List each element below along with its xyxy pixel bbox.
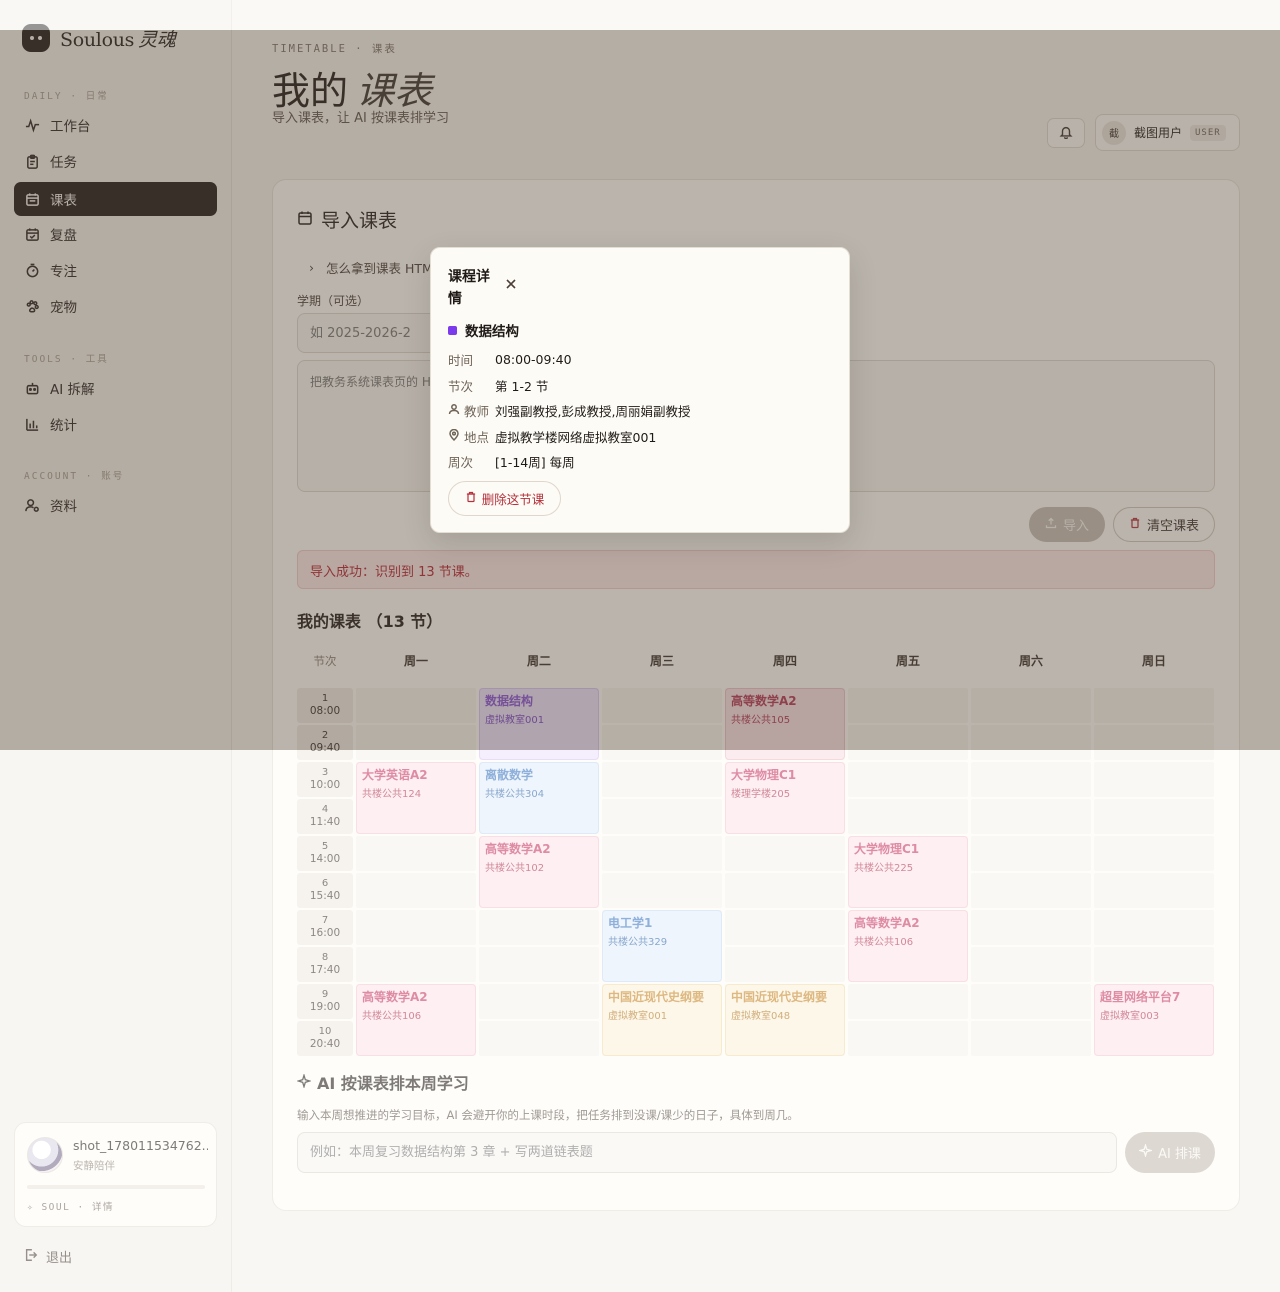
course-detail-modal: 课程详情 数据结构 时间 08:00-09:40 节次 第 1-2 节 教师 刘… [430, 247, 850, 533]
detail-key-label: 地点 [464, 430, 490, 445]
detail-key: 周次 [448, 455, 474, 470]
detail-key: 教师 [448, 401, 489, 420]
close-button[interactable] [503, 276, 519, 292]
person-icon [448, 403, 460, 418]
close-icon [505, 275, 517, 294]
detail-value: 第 1-2 节 [495, 379, 549, 394]
detail-key: 时间 [448, 353, 474, 368]
detail-row-teacher: 教师 刘强副教授,彭成教授,周丽娟副教授 [448, 401, 690, 420]
course-color-dot [448, 325, 457, 335]
detail-key: 节次 [448, 379, 474, 394]
overlay-top-band [0, 0, 1280, 30]
detail-row-period: 节次 第 1-2 节 [448, 376, 548, 395]
trash-icon [465, 491, 477, 506]
modal-course-label: 数据结构 [465, 324, 519, 340]
detail-value: [1-14周] 每周 [495, 455, 575, 470]
delete-course-label: 删除这节课 [481, 492, 545, 507]
detail-key-label: 教师 [464, 404, 490, 419]
detail-row-weeks: 周次 [1-14周] 每周 [448, 452, 575, 471]
modal-course-name: 数据结构 [448, 320, 519, 340]
detail-value: 刘强副教授,彭成教授,周丽娟副教授 [495, 404, 691, 419]
modal-title: 课程详情 [448, 269, 490, 307]
detail-value: 08:00-09:40 [495, 352, 572, 367]
detail-row-location: 地点 虚拟教学楼网络虚拟教室001 [448, 427, 656, 446]
detail-value: 虚拟教学楼网络虚拟教室001 [495, 430, 657, 445]
delete-course-button[interactable]: 删除这节课 [448, 481, 561, 516]
overlay-bottom-band [0, 750, 1280, 1292]
detail-row-time: 时间 08:00-09:40 [448, 350, 572, 369]
detail-key: 地点 [448, 427, 489, 446]
location-pin-icon [448, 428, 460, 444]
